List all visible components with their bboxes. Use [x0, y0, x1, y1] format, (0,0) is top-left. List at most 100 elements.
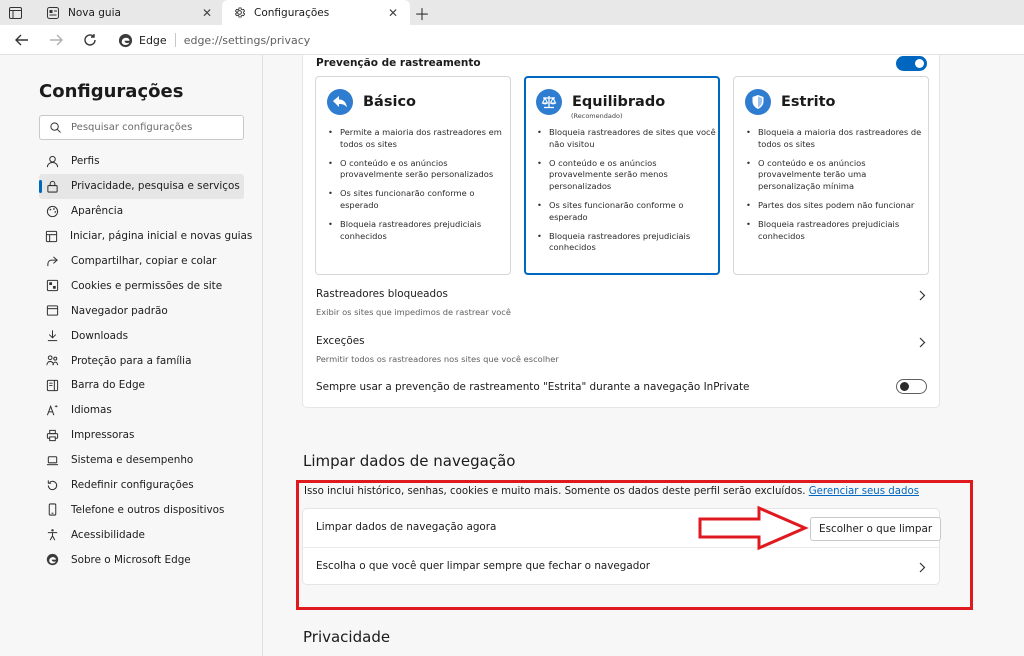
level-header: Estrito — [745, 89, 835, 115]
tab-nova-guia[interactable]: Nova guia ✕ — [36, 0, 224, 25]
sidebar-item-familia[interactable]: Proteção para a família — [39, 348, 244, 373]
laptop-icon — [45, 453, 59, 467]
sidebar-item-sobre[interactable]: Sobre o Microsoft Edge — [39, 547, 244, 572]
address-toolbar: Edge edge://settings/privacy — [0, 25, 1024, 55]
sidebar-item-perfis[interactable]: Perfis — [39, 149, 244, 174]
settings-main: Prevenção de rastreamento Básico Permite… — [264, 55, 1024, 656]
sidebar-item-label: Aparência — [71, 205, 124, 218]
clear-now-row: Limpar dados de navegação agora Escolher… — [303, 509, 942, 547]
row-subtitle: Exibir os sites que impedimos de rastrea… — [316, 307, 511, 317]
back-button[interactable] — [12, 30, 32, 50]
inprivate-strict-toggle[interactable] — [896, 379, 927, 394]
sidebar-nav: Perfis Privacidade, pesquisa e serviços … — [39, 149, 252, 572]
sidebar-item-label: Acessibilidade — [71, 528, 145, 541]
sidebar-item-label: Impressoras — [71, 429, 135, 442]
level-header: Básico — [327, 89, 416, 115]
sidebar-item-aparencia[interactable]: Aparência — [39, 199, 244, 224]
sidebar-item-label: Privacidade, pesquisa e serviços — [71, 180, 240, 193]
row-title: Limpar dados de navegação agora — [316, 521, 497, 533]
arrow-right-icon — [50, 34, 63, 46]
appearance-icon — [45, 204, 59, 218]
edge-logo-icon — [118, 33, 133, 47]
browser-icon — [45, 304, 59, 318]
tracking-prevention-card: Prevenção de rastreamento Básico Permite… — [302, 55, 940, 408]
sidebar-item-impressoras[interactable]: Impressoras — [39, 423, 244, 448]
level-bullet: Partes dos sites podem não funcionar — [745, 200, 925, 212]
arrow-left-icon — [15, 34, 28, 46]
clear-data-description-text: Isso inclui histórico, senhas, cookies e… — [304, 486, 806, 497]
row-title: Escolha o que você quer limpar sempre qu… — [316, 560, 650, 572]
level-bullets: Bloqueia rastreadores de sites que você … — [536, 127, 716, 261]
sidebar-item-label: Sobre o Microsoft Edge — [71, 553, 191, 566]
level-bullets: Permite a maioria dos rastreadores em to… — [327, 127, 507, 249]
exceptions-row[interactable]: Exceções Permitir todos os rastreadores … — [303, 329, 941, 373]
site-name: Edge — [139, 33, 167, 47]
level-bullet: Bloqueia rastreadores prejudiciais conhe… — [536, 231, 716, 255]
new-tab-button[interactable]: ＋ — [412, 3, 432, 24]
reset-icon — [45, 478, 59, 492]
sidebar-item-acessibilidade[interactable]: Acessibilidade — [39, 522, 244, 547]
close-icon[interactable]: ✕ — [200, 6, 214, 20]
edge-bar-icon — [45, 378, 59, 392]
sidebar-item-redefinir[interactable]: Redefinir configurações — [39, 473, 244, 498]
level-bullet: O conteúdo e os anúncios provavelmente s… — [327, 158, 507, 182]
sidebar-item-navegador-padrao[interactable]: Navegador padrão — [39, 298, 244, 323]
level-equilibrado[interactable]: Equilibrado (Recomendado) Bloqueia rastr… — [524, 76, 720, 275]
chevron-right-icon — [917, 561, 927, 573]
chevron-right-icon — [917, 336, 927, 348]
accessibility-icon — [45, 528, 59, 542]
sidebar-item-idiomas[interactable]: Idiomas — [39, 398, 244, 423]
sidebar-item-label: Cookies e permissões de site — [71, 279, 223, 292]
sidebar-item-sistema[interactable]: Sistema e desempenho — [39, 448, 244, 473]
level-bullet: Bloqueia rastreadores prejudiciais conhe… — [327, 219, 507, 243]
sidebar-item-telefone[interactable]: Telefone e outros dispositivos — [39, 497, 244, 522]
forward-button[interactable] — [46, 30, 66, 50]
search-box[interactable] — [39, 115, 244, 140]
sidebar-item-compartilhar[interactable]: Compartilhar, copiar e colar — [39, 249, 244, 274]
level-name: Básico — [363, 94, 416, 110]
manage-data-link[interactable]: Gerenciar seus dados — [809, 486, 919, 497]
profile-icon — [45, 154, 59, 168]
row-subtitle: Permitir todos os rastreadores nos sites… — [316, 354, 559, 364]
settings-sidebar: Configurações Perfis Privacidade, pesqui… — [0, 55, 263, 656]
sidebar-item-label: Navegador padrão — [71, 304, 168, 317]
level-estrito[interactable]: Estrito Bloqueia a maioria dos rastreado… — [733, 76, 929, 275]
shield-icon — [745, 89, 771, 115]
level-basico[interactable]: Básico Permite a maioria dos rastreadore… — [315, 76, 511, 275]
choose-what-to-clear-button[interactable]: Escolher o que limpar — [810, 517, 942, 541]
tab-actions-icon[interactable] — [6, 4, 24, 21]
family-icon — [45, 354, 59, 368]
level-recommended: (Recomendado) — [571, 112, 623, 120]
sidebar-item-iniciar[interactable]: Iniciar, página inicial e novas guias — [39, 224, 252, 249]
sidebar-item-privacidade[interactable]: Privacidade, pesquisa e serviços — [39, 173, 244, 199]
sidebar-item-label: Perfis — [71, 155, 100, 168]
tab-configuracoes[interactable]: Configurações ✕ — [222, 0, 410, 25]
edge-logo-icon — [45, 553, 59, 567]
address-divider — [174, 33, 176, 47]
share-icon — [45, 254, 59, 268]
row-title: Sempre usar a prevenção de rastreamento … — [316, 381, 750, 393]
sidebar-item-cookies[interactable]: Cookies e permissões de site — [39, 273, 244, 298]
sidebar-item-label: Barra do Edge — [71, 379, 145, 392]
sidebar-item-downloads[interactable]: Downloads — [39, 323, 244, 348]
address-bar[interactable]: Edge edge://settings/privacy — [118, 29, 998, 51]
lock-icon — [45, 179, 59, 193]
clear-on-close-row[interactable]: Escolha o que você quer limpar sempre qu… — [303, 548, 941, 586]
search-input[interactable] — [71, 122, 221, 133]
refresh-icon — [84, 34, 96, 46]
sidebar-item-barra-edge[interactable]: Barra do Edge — [39, 373, 244, 398]
sidebar-item-label: Compartilhar, copiar e colar — [71, 255, 217, 267]
level-bullet: Bloqueia rastreadores de sites que você … — [536, 127, 716, 151]
blocked-trackers-row[interactable]: Rastreadores bloqueados Exibir os sites … — [303, 282, 941, 326]
tracking-toggle[interactable] — [896, 56, 927, 71]
url-text: edge://settings/privacy — [183, 33, 311, 47]
cookie-icon — [45, 279, 59, 293]
level-bullet: Permite a maioria dos rastreadores em to… — [327, 127, 507, 151]
search-icon — [50, 122, 61, 133]
clear-data-description: Isso inclui histórico, senhas, cookies e… — [304, 486, 919, 497]
sidebar-item-label: Downloads — [71, 329, 129, 342]
newtab-icon — [46, 6, 60, 20]
refresh-button[interactable] — [80, 30, 100, 50]
close-icon[interactable]: ✕ — [386, 6, 400, 20]
clear-data-card: Limpar dados de navegação agora Escolher… — [302, 508, 942, 586]
